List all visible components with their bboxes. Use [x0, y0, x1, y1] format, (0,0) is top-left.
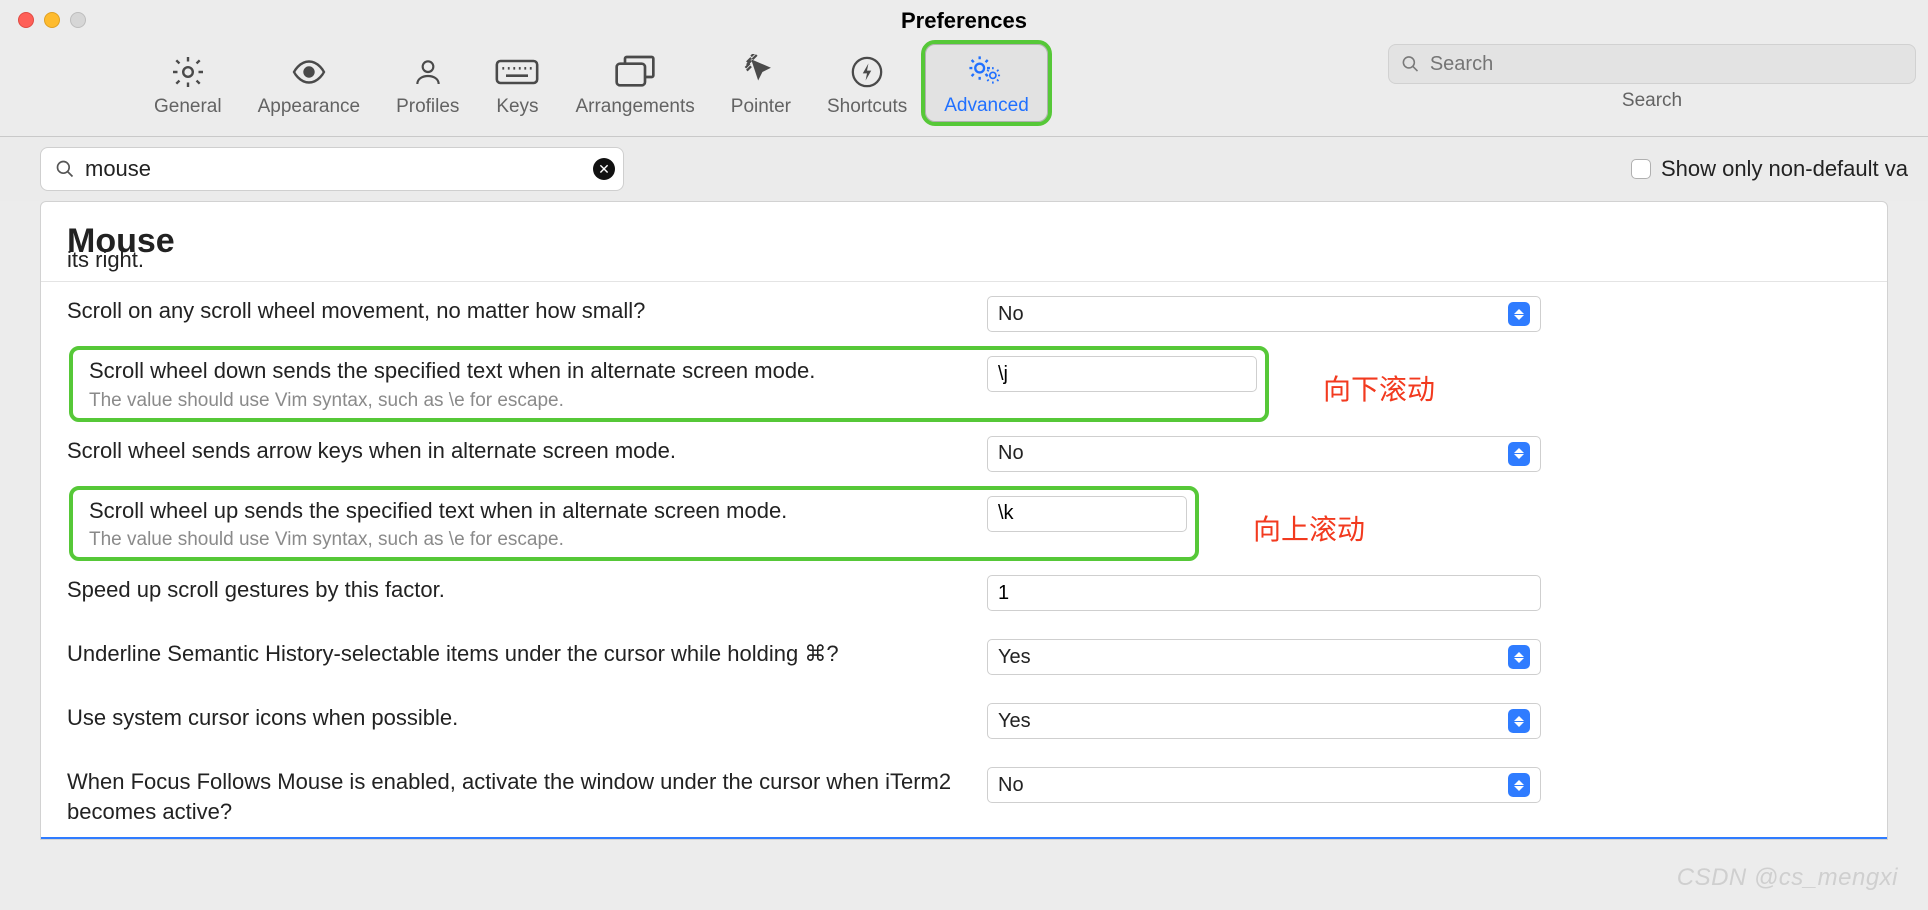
- toolbar-tabs: General Appearance Profiles Keys: [136, 44, 1048, 122]
- chevron-updown-icon: [1508, 645, 1530, 669]
- select-value: No: [998, 303, 1024, 326]
- text-control[interactable]: [987, 575, 1541, 611]
- tab-label: Keys: [496, 96, 538, 118]
- setting-label: Use system cursor icons when possible.: [67, 703, 967, 733]
- separator: [41, 837, 1887, 839]
- tab-label: Arrangements: [575, 96, 694, 118]
- tab-pointer[interactable]: Pointer: [713, 46, 809, 122]
- setting-label: Scroll wheel up sends the specified text…: [89, 496, 967, 526]
- chevron-updown-icon: [1508, 302, 1530, 326]
- toolbar: General Appearance Profiles Keys: [0, 44, 1928, 137]
- titlebar: Preferences: [0, 0, 1928, 44]
- chevron-updown-icon: [1508, 442, 1530, 466]
- select-control[interactable]: No: [987, 296, 1541, 332]
- search-field[interactable]: [1388, 44, 1916, 84]
- select-control[interactable]: No: [987, 767, 1541, 803]
- select-control[interactable]: Yes: [987, 703, 1541, 739]
- search-label: Search: [1622, 90, 1682, 112]
- clear-filter-button[interactable]: ✕: [593, 158, 615, 180]
- tab-profiles[interactable]: Profiles: [378, 46, 477, 122]
- tab-label: Shortcuts: [827, 96, 907, 118]
- select-value: Yes: [998, 710, 1031, 733]
- preferences-window: Preferences General Appearance Profi: [0, 0, 1928, 910]
- tab-label: Profiles: [396, 96, 459, 118]
- search-input[interactable]: [1430, 53, 1903, 76]
- filter-bar: ✕ Show only non-default va: [0, 137, 1928, 201]
- text-input[interactable]: [998, 582, 1530, 605]
- select-value: No: [998, 774, 1024, 797]
- tab-advanced[interactable]: Advanced: [925, 44, 1048, 122]
- select-control[interactable]: No: [987, 436, 1541, 472]
- toolbar-search: Search: [1388, 44, 1916, 112]
- setting-row: Speed up scroll gestures by this factor.: [41, 561, 1887, 625]
- section-title: Mouse: [41, 222, 1887, 281]
- text-input[interactable]: [998, 363, 1246, 386]
- keyboard-icon: [495, 52, 539, 92]
- bolt-circle-icon: [850, 52, 884, 92]
- tab-label: General: [154, 96, 222, 118]
- select-value: No: [998, 442, 1024, 465]
- tab-keys[interactable]: Keys: [477, 46, 557, 122]
- checkbox-icon[interactable]: [1631, 159, 1651, 179]
- tab-label: Appearance: [258, 96, 360, 118]
- watermark: CSDN @cs_mengxi: [1677, 864, 1898, 892]
- gear-icon: [170, 52, 206, 92]
- setting-row-highlight: Scroll wheel up sends the specified text…: [69, 486, 1199, 562]
- eye-icon: [289, 52, 329, 92]
- windows-icon: [615, 52, 655, 92]
- text-control[interactable]: [987, 356, 1257, 392]
- setting-label: Scroll wheel down sends the specified te…: [89, 356, 967, 386]
- setting-label: Speed up scroll gestures by this factor.: [67, 575, 967, 605]
- non-default-toggle[interactable]: Show only non-default va: [1631, 156, 1908, 182]
- chevron-updown-icon: [1508, 709, 1530, 733]
- tab-arrangements[interactable]: Arrangements: [557, 46, 712, 122]
- tab-appearance[interactable]: Appearance: [240, 46, 378, 122]
- setting-row: Scroll wheel sends arrow keys when in al…: [41, 422, 1887, 486]
- cursor-icon: [744, 52, 778, 92]
- setting-row: Use system cursor icons when possible. Y…: [41, 689, 1887, 753]
- filter-field[interactable]: ✕: [40, 147, 624, 191]
- tab-label: Advanced: [944, 95, 1029, 117]
- chevron-updown-icon: [1508, 773, 1530, 797]
- select-control[interactable]: Yes: [987, 639, 1541, 675]
- person-icon: [412, 52, 444, 92]
- setting-row: Scroll on any scroll wheel movement, no …: [41, 282, 1887, 346]
- setting-label: Scroll on any scroll wheel movement, no …: [67, 296, 967, 326]
- search-icon: [55, 159, 75, 179]
- setting-label: Underline Semantic History-selectable it…: [67, 639, 967, 669]
- select-value: Yes: [998, 646, 1031, 669]
- setting-hint: The value should use Vim syntax, such as…: [89, 390, 967, 412]
- settings-list: Mouse its right. Scroll on any scroll wh…: [40, 201, 1888, 840]
- window-title: Preferences: [0, 8, 1928, 34]
- setting-row: When Focus Follows Mouse is enabled, act…: [41, 753, 1887, 832]
- annotation: 向下滚动: [1323, 368, 1435, 408]
- setting-label: When Focus Follows Mouse is enabled, act…: [67, 767, 967, 826]
- setting-row-highlight: Scroll wheel down sends the specified te…: [69, 346, 1269, 422]
- setting-hint: The value should use Vim syntax, such as…: [89, 529, 967, 551]
- setting-label: Scroll wheel sends arrow keys when in al…: [67, 436, 967, 466]
- annotation: 向上滚动: [1253, 508, 1365, 548]
- tab-label: Pointer: [731, 96, 791, 118]
- filter-input[interactable]: [85, 156, 583, 182]
- non-default-label: Show only non-default va: [1661, 156, 1908, 182]
- tab-shortcuts[interactable]: Shortcuts: [809, 46, 925, 122]
- double-gear-icon: [965, 51, 1009, 91]
- setting-row: Underline Semantic History-selectable it…: [41, 625, 1887, 689]
- tab-general[interactable]: General: [136, 46, 240, 122]
- text-control[interactable]: [987, 496, 1187, 532]
- search-icon: [1401, 54, 1420, 74]
- text-input[interactable]: [998, 502, 1176, 525]
